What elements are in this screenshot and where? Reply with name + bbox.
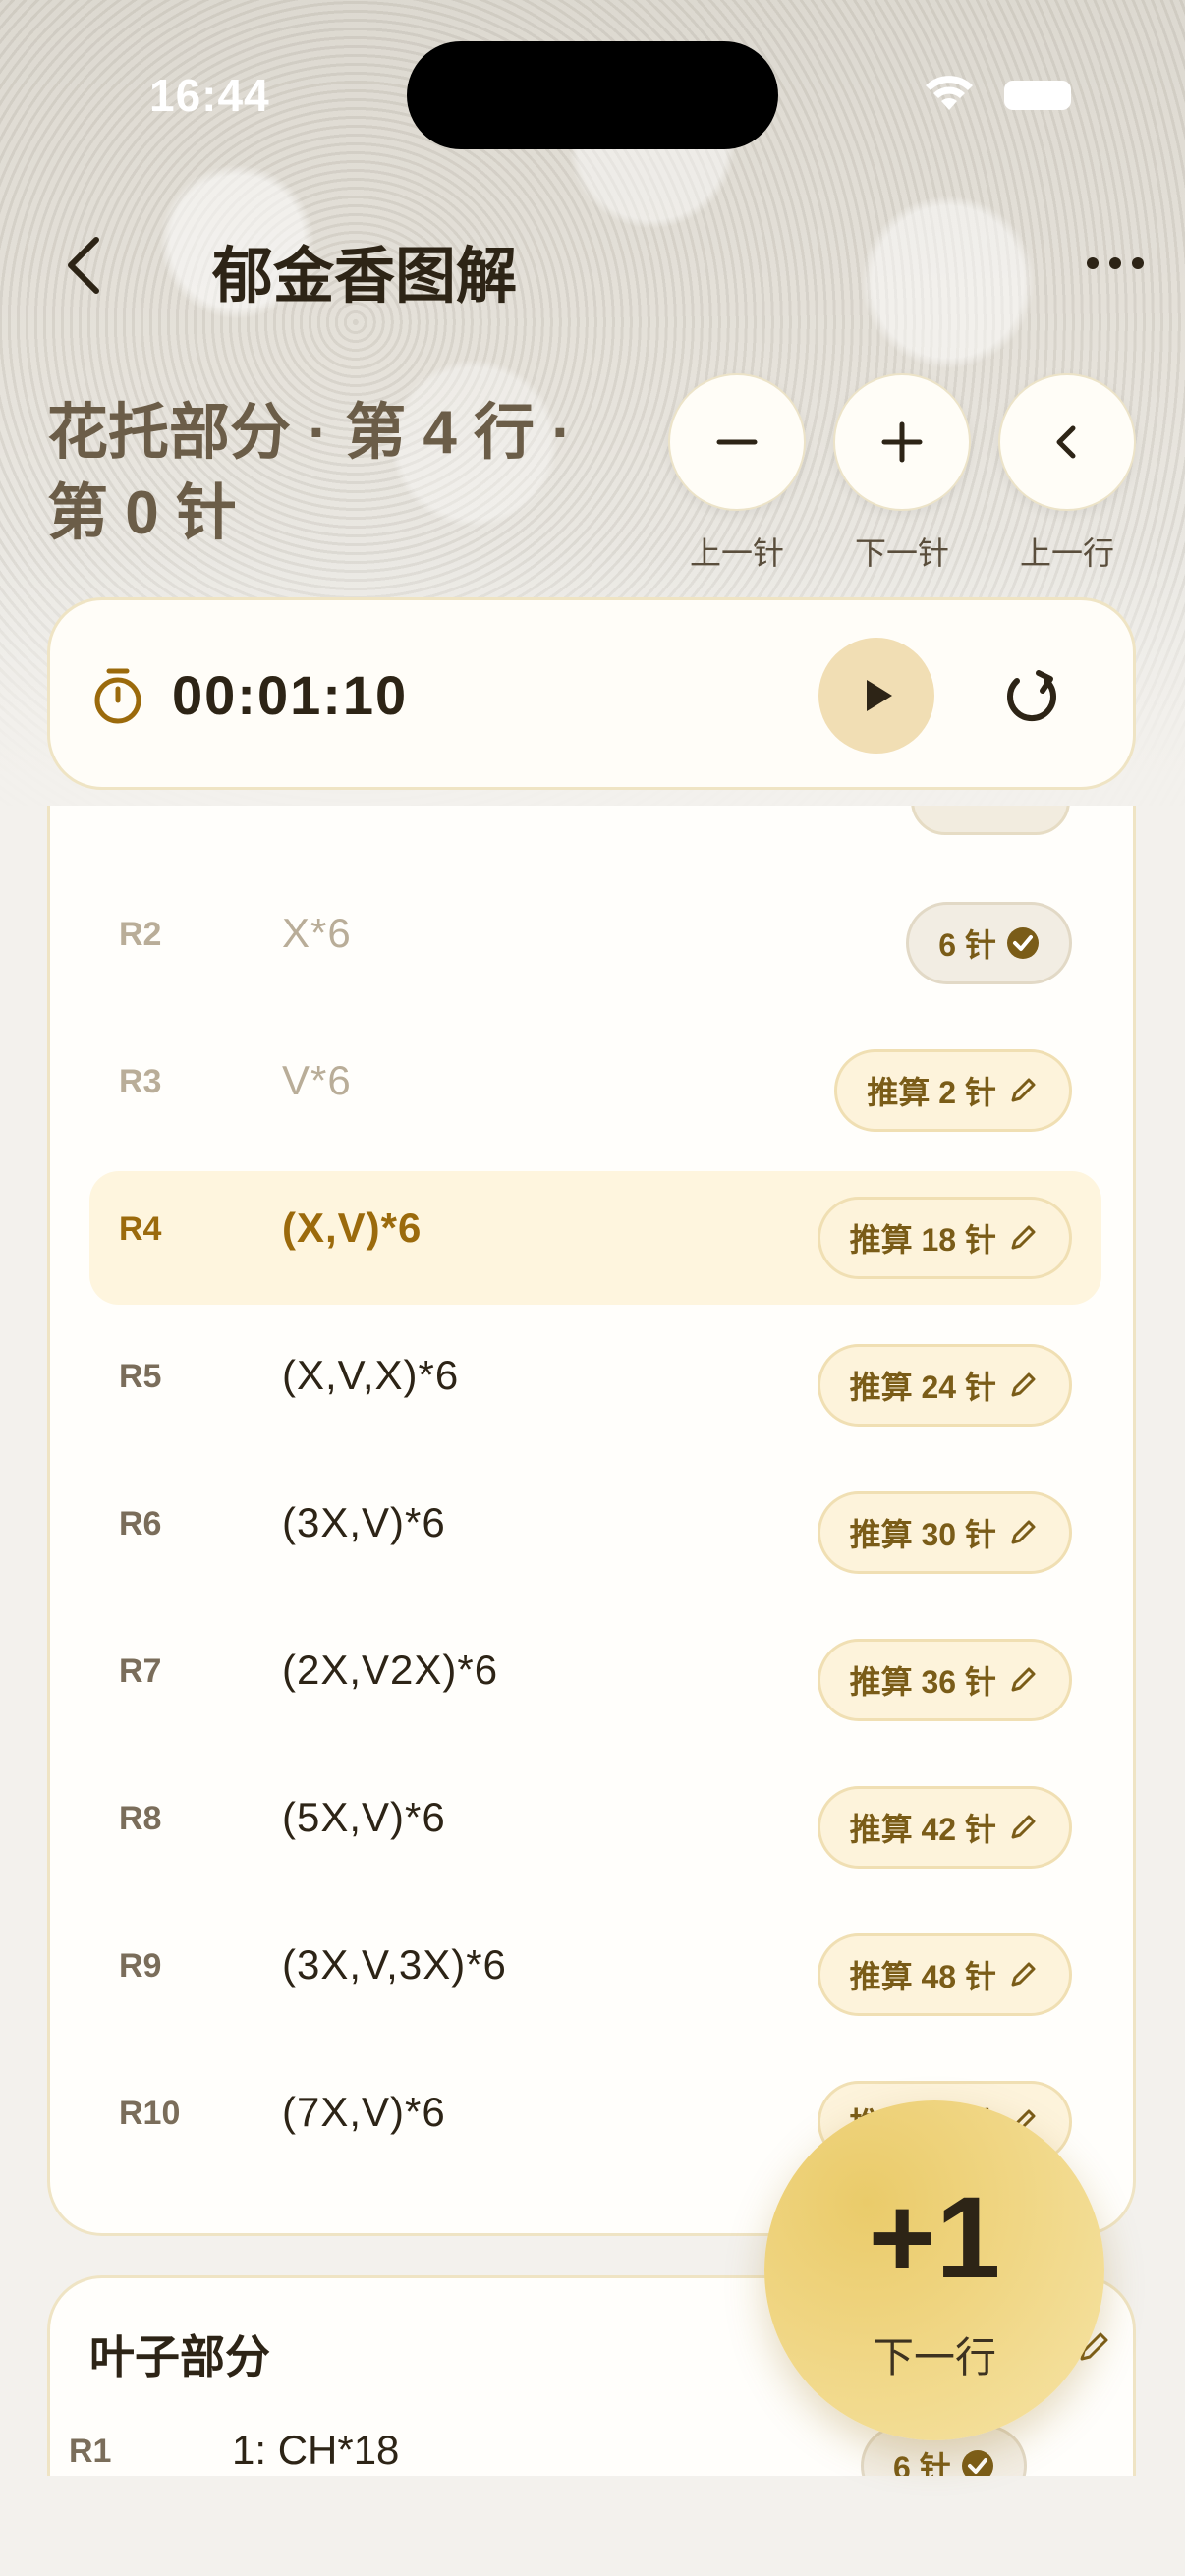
row-label: R2	[119, 916, 162, 953]
timer-card: 00:01:10	[47, 597, 1136, 790]
stitch-count-chip[interactable]: 推算 24 针	[817, 1344, 1072, 1427]
battery-icon	[1004, 81, 1071, 110]
prev-stitch-button[interactable]	[668, 373, 806, 511]
row-pattern: X*6	[282, 910, 352, 956]
row-item[interactable]: R5 (X,V,X)*6 推算 24 针	[89, 1318, 1101, 1452]
stitch-count-chip[interactable]: 推算 36 针	[817, 1639, 1072, 1721]
row-pattern: (7X,V)*6	[282, 2089, 446, 2135]
more-icon[interactable]	[1081, 244, 1150, 283]
row-item[interactable]: R7 (2X,V2X)*6 推算 36 针	[89, 1613, 1101, 1747]
row-item[interactable]: R6 (3X,V)*6 推算 30 针	[89, 1466, 1101, 1599]
back-icon[interactable]	[55, 226, 114, 305]
next-stitch-button[interactable]	[833, 373, 971, 511]
chip-label: 6 针	[938, 927, 996, 963]
fab-label: 下一行	[872, 2334, 996, 2380]
prev-row-button[interactable]	[998, 373, 1136, 511]
prev-row-label: 上一行	[1019, 535, 1114, 571]
play-button[interactable]	[818, 638, 934, 754]
progress-title: 花托部分 · 第 4 行 · 第 0 针	[47, 399, 572, 547]
row-label: R7	[119, 1652, 162, 1690]
next-stitch-label: 下一针	[854, 535, 949, 571]
row-label: R5	[119, 1358, 162, 1395]
partial-status-chip	[911, 806, 1070, 835]
chip-label: 推算 30 针	[849, 1517, 996, 1552]
row-label: R3	[119, 1063, 162, 1100]
chip-label: 推算 2 针	[867, 1075, 996, 1110]
stitch-count-chip[interactable]: 推算 42 针	[817, 1786, 1072, 1869]
check-circle-icon	[1007, 927, 1039, 959]
row-item[interactable]: R2 X*6 6 针	[89, 876, 1101, 1010]
next-row-fab[interactable]: +1 下一行	[764, 2100, 1104, 2440]
row-pattern: (2X,V2X)*6	[282, 1647, 499, 1693]
dynamic-island	[407, 41, 778, 149]
row-label: R10	[119, 2095, 181, 2132]
pencil-icon	[1011, 1225, 1036, 1250]
row-pattern: (X,V)*6	[282, 1204, 423, 1251]
row-pattern: (3X,V,3X)*6	[282, 1941, 507, 1988]
row-label: R6	[119, 1505, 162, 1542]
pencil-icon	[1011, 1520, 1036, 1544]
stitch-count-chip[interactable]: 推算 18 针	[817, 1197, 1072, 1279]
row-pattern: V*6	[282, 1057, 352, 1103]
row-label: R1	[69, 2433, 112, 2470]
row-item[interactable]: R3 V*6 推算 2 针	[89, 1024, 1101, 1157]
wifi-icon	[926, 76, 973, 110]
chevron-left-icon	[1056, 425, 1076, 459]
row-pattern: (3X,V)*6	[282, 1499, 446, 1545]
minus-icon	[716, 439, 758, 445]
pencil-icon	[1011, 1962, 1036, 1987]
play-icon	[867, 680, 892, 711]
status-time: 16:44	[149, 70, 270, 121]
bottom-safe-area	[0, 2476, 1185, 2576]
row-item[interactable]: R9 (3X,V,3X)*6 推算 48 针	[89, 1908, 1101, 2042]
stitch-count-chip[interactable]: 推算 2 针	[834, 1049, 1072, 1132]
row-item[interactable]: R8 (5X,V)*6 推算 42 针	[89, 1761, 1101, 1894]
row-pattern: (X,V,X)*6	[282, 1352, 460, 1398]
chip-label: 推算 42 针	[849, 1812, 996, 1847]
chip-label: 推算 36 针	[849, 1664, 996, 1700]
row-label: R4	[119, 1210, 162, 1248]
stitch-count-chip[interactable]: 推算 48 针	[817, 1933, 1072, 2016]
row-label: R9	[119, 1947, 162, 1985]
reset-icon[interactable]	[999, 665, 1064, 730]
section-title: 叶子部分	[89, 2331, 270, 2382]
plus-icon	[881, 421, 923, 463]
pencil-icon	[1011, 1078, 1036, 1102]
row-pattern: 1: CH*18	[232, 2427, 400, 2473]
pencil-icon	[1011, 1372, 1036, 1397]
row-label: R8	[119, 1800, 162, 1837]
prev-stitch-label: 上一针	[689, 535, 784, 571]
rows-list-card: R2 X*6 6 针 R3 V*6 推算 2 针 R4 (X,V)*6 推算 1…	[47, 806, 1136, 2236]
row-pattern: (5X,V)*6	[282, 1794, 446, 1840]
chip-label: 推算 18 针	[849, 1222, 996, 1258]
stitch-count-chip[interactable]: 推算 30 针	[817, 1491, 1072, 1574]
stopwatch-icon	[94, 668, 141, 724]
chip-label: 推算 48 针	[849, 1959, 996, 1994]
pencil-icon	[1011, 1815, 1036, 1839]
stitch-count-chip[interactable]: 6 针	[906, 902, 1072, 984]
row-item-current[interactable]: R4 (X,V)*6 推算 18 针	[89, 1171, 1101, 1305]
pencil-icon	[1011, 1667, 1036, 1692]
chip-label: 推算 24 针	[849, 1370, 996, 1405]
fab-value: +1	[868, 2173, 1001, 2303]
timer-value: 00:01:10	[172, 664, 409, 726]
page-title: 郁金香图解	[212, 243, 518, 310]
